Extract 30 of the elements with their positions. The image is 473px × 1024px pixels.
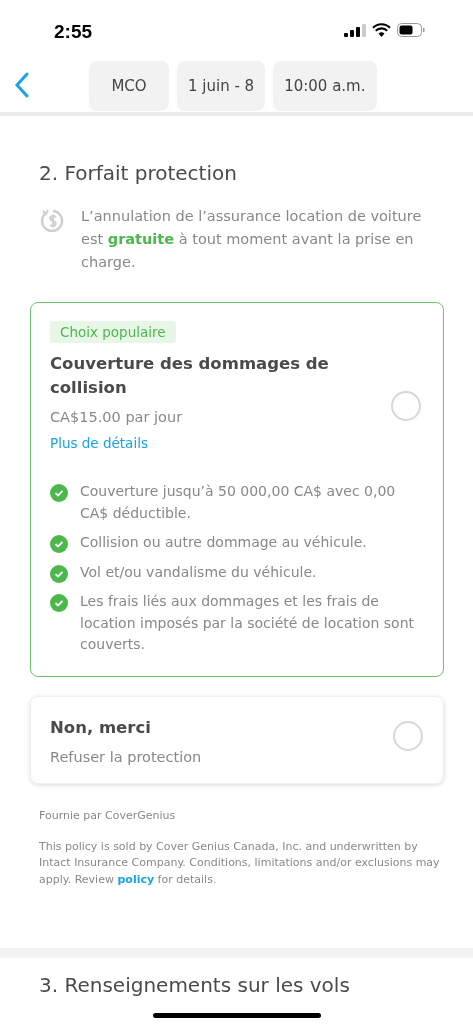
feature-text: Couverture jusqu’à 50 000,00 CA$ avec 0,00 CA$ déductible.	[80, 482, 397, 523]
radio-button[interactable]	[391, 391, 421, 421]
status-time: 2:55	[54, 21, 93, 43]
battery-icon	[397, 23, 425, 37]
signal-icon	[344, 23, 366, 37]
decline-subtitle: Refuser la protection	[50, 748, 202, 765]
decline-card[interactable]: Non, merci Refuser la protection	[30, 695, 444, 784]
check-icon	[50, 594, 68, 612]
plan-title: Couverture des dommages de collision	[50, 353, 330, 399]
provider-text: Fournie par CoverGenius	[39, 808, 177, 822]
feature-text: Vol et/ou vandalisme du véhicule.	[80, 562, 317, 582]
section-title: 2. Forfait protection	[39, 161, 238, 185]
search-chip[interactable]: 10:00 a.m.	[273, 61, 377, 111]
section-title: 3. Renseignements sur les vols	[39, 973, 351, 997]
check-icon	[50, 484, 68, 502]
back-icon[interactable]	[15, 72, 29, 98]
radio-button[interactable]	[393, 720, 423, 751]
decline-title: Non, merci	[50, 716, 152, 739]
plan-card[interactable]	[30, 302, 444, 677]
popular-badge: Choix populaire	[50, 321, 176, 343]
search-chip[interactable]: 1 juin - 8	[177, 61, 266, 111]
legal-text: This policy is sold by Cover Genius Canada, Inc. and underwritten by Intact Insurance Company. Conditions, limitations and/or exclusions may apply. Review policy for details.	[39, 838, 441, 888]
plan-price: CA$15.00 par jour	[50, 409, 184, 425]
feature-text: Les frais liés aux dommages et les frais de location imposés par la société de location sont couverts.	[80, 592, 415, 654]
cancellation-notice: L’annulation de l’assurance location de voiture est gratuite à tout moment avant la prise en charge.	[81, 207, 423, 272]
check-icon	[50, 564, 68, 583]
feature-text: Collision ou autre dommage au véhicule.	[80, 533, 367, 552]
search-chip[interactable]: MCO	[89, 61, 169, 111]
check-icon	[50, 535, 68, 553]
wifi-icon	[372, 23, 391, 37]
